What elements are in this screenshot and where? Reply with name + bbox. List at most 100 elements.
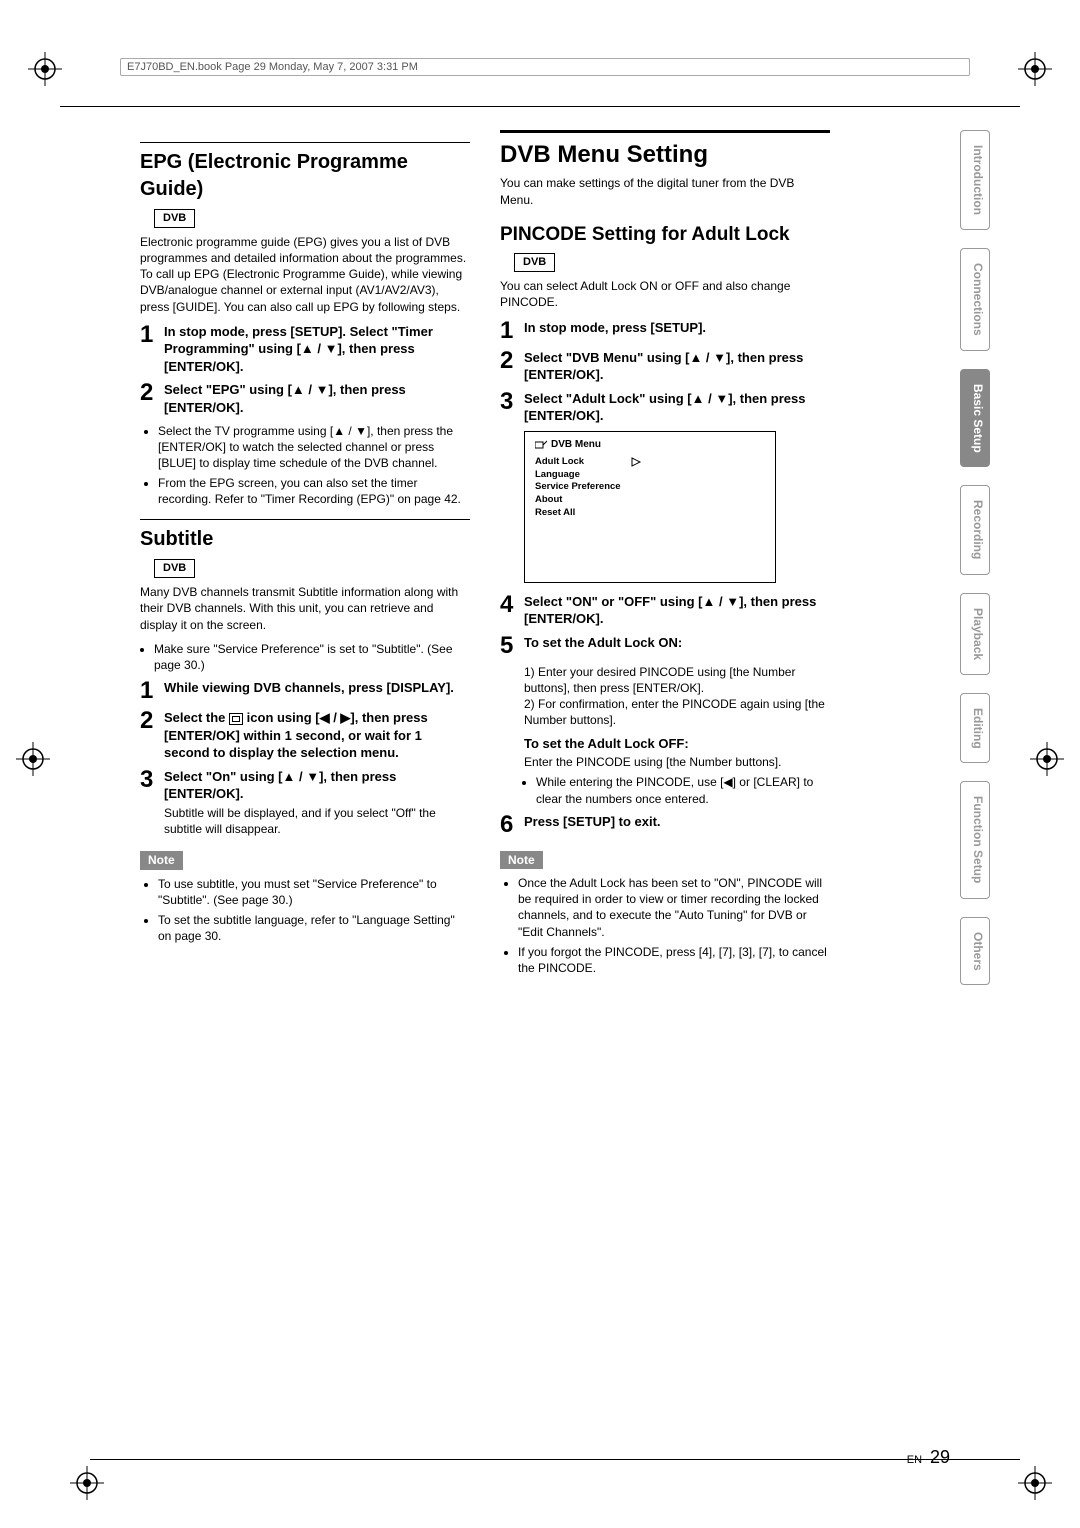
tab-function-setup[interactable]: Function Setup	[960, 781, 990, 898]
menu-item-reset-all: Reset All	[535, 507, 621, 520]
tab-connections[interactable]: Connections	[960, 248, 990, 351]
step-num: 5	[500, 634, 520, 658]
pin-step1-text: In stop mode, press [SETUP].	[524, 319, 830, 337]
pin-step6-text: Press [SETUP] to exit.	[524, 813, 830, 831]
off-bullet-1: While entering the PINCODE, use [◀] or […	[536, 774, 830, 806]
sub-step1-text: While viewing DVB channels, press [DISPL…	[164, 679, 470, 697]
pincode-intro: You can select Adult Lock ON or OFF and …	[500, 278, 830, 310]
note-badge: Note	[140, 851, 183, 869]
reg-mark-right	[1030, 742, 1064, 776]
epg-step1-text: In stop mode, press [SETUP]. Select "Tim…	[164, 323, 470, 376]
content: EPG (Electronic Programme Guide) DVB Ele…	[140, 130, 840, 982]
epg-bullet-2: From the EPG screen, you can also set th…	[158, 475, 470, 507]
pin-step-2: 2 Select "DVB Menu" using [▲ / ▼], then …	[500, 349, 830, 384]
menu-item-service-pref: Service Preference	[535, 481, 621, 494]
epg-step-1: 1 In stop mode, press [SETUP]. Select "T…	[140, 323, 470, 376]
dvb-menu-screenshot: DVB Menu Adult Lock Language Service Pre…	[524, 431, 776, 583]
note-badge: Note	[500, 851, 543, 869]
adult-lock-off-text: Enter the PINCODE using [the Number butt…	[524, 754, 830, 770]
epg-bullets: Select the TV programme using [▲ / ▼], t…	[158, 423, 470, 508]
satellite-icon	[535, 440, 547, 450]
reg-mark-bl	[70, 1466, 104, 1500]
tab-recording[interactable]: Recording	[960, 485, 990, 574]
pin-step-3: 3 Select "Adult Lock" using [▲ / ▼], the…	[500, 390, 830, 425]
step-num: 2	[500, 349, 520, 373]
crop-line-bottom	[90, 1459, 1020, 1460]
side-tabs: Introduction Connections Basic Setup Rec…	[960, 130, 990, 985]
pin-step5-2: 2) For confirmation, enter the PINCODE a…	[524, 696, 830, 728]
pin-step-1: 1 In stop mode, press [SETUP].	[500, 319, 830, 343]
pin-step4-text: Select "ON" or "OFF" using [▲ / ▼], then…	[524, 593, 830, 628]
menu-title-text: DVB Menu	[551, 438, 601, 452]
off-bullets: While entering the PINCODE, use [◀] or […	[536, 774, 830, 806]
pin-step-5: 5 To set the Adult Lock ON:	[500, 634, 830, 658]
step-num: 1	[140, 323, 160, 347]
step-num: 1	[140, 679, 160, 703]
sub-step3-text: Select "On" using [▲ / ▼], then press [E…	[164, 768, 470, 837]
menu-selection-arrow	[630, 456, 644, 473]
pincode-note-bullets: Once the Adult Lock has been set to "ON"…	[518, 875, 830, 976]
step-num: 6	[500, 813, 520, 837]
epg-step-2: 2 Select "EPG" using [▲ / ▼], then press…	[140, 381, 470, 416]
doc-header-text: E7J70BD_EN.book Page 29 Monday, May 7, 2…	[127, 61, 418, 73]
sub-step3-bold: Select "On" using [▲ / ▼], then press [E…	[164, 769, 396, 802]
pin-step3-text: Select "Adult Lock" using [▲ / ▼], then …	[524, 390, 830, 425]
right-column: DVB Menu Setting You can make settings o…	[500, 130, 830, 982]
tab-editing[interactable]: Editing	[960, 693, 990, 764]
step-num: 2	[140, 381, 160, 405]
doc-header: E7J70BD_EN.book Page 29 Monday, May 7, 2…	[120, 58, 970, 76]
step-num: 2	[140, 709, 160, 733]
page-lang: EN	[907, 1454, 922, 1466]
dvb-badge: DVB	[154, 209, 195, 228]
subtitle-bullet-0: Make sure "Service Preference" is set to…	[154, 641, 470, 673]
step-num: 1	[500, 319, 520, 343]
reg-mark-tl	[28, 52, 62, 86]
pin-step-6: 6 Press [SETUP] to exit.	[500, 813, 830, 837]
reg-mark-tr	[1018, 52, 1052, 86]
sub-step-2: 2 Select the icon using [◀ / ▶], then pr…	[140, 709, 470, 762]
tab-others[interactable]: Others	[960, 917, 990, 986]
pin-step-4: 4 Select "ON" or "OFF" using [▲ / ▼], th…	[500, 593, 830, 628]
epg-bullet-1: Select the TV programme using [▲ / ▼], t…	[158, 423, 470, 472]
subtitle-intro: Many DVB channels transmit Subtitle info…	[140, 584, 470, 633]
pin-note-1: Once the Adult Lock has been set to "ON"…	[518, 875, 830, 940]
menu-item-language: Language	[535, 469, 621, 482]
sub-step2a: Select the	[164, 710, 229, 725]
pin-step2-text: Select "DVB Menu" using [▲ / ▼], then pr…	[524, 349, 830, 384]
step-num: 4	[500, 593, 520, 617]
page-num-value: 29	[930, 1447, 950, 1467]
pin-note-2: If you forgot the PINCODE, press [4], [7…	[518, 944, 830, 976]
epg-step2-text: Select "EPG" using [▲ / ▼], then press […	[164, 381, 470, 416]
subtitle-menu-icon	[229, 713, 243, 725]
epg-intro: Electronic programme guide (EPG) gives y…	[140, 234, 470, 315]
pin-step5-1: 1) Enter your desired PINCODE using [the…	[524, 664, 830, 696]
sub-step3-plain: Subtitle will be displayed, and if you s…	[164, 805, 470, 837]
sub-note-2: To set the subtitle language, refer to "…	[158, 912, 470, 944]
dvb-menu-title: DVB Menu Setting	[500, 130, 830, 171]
dvb-badge: DVB	[154, 559, 195, 578]
subtitle-title: Subtitle	[140, 519, 470, 553]
sub-step-3: 3 Select "On" using [▲ / ▼], then press …	[140, 768, 470, 837]
pin-step5-text: To set the Adult Lock ON:	[524, 634, 830, 652]
sub-step2-text: Select the icon using [◀ / ▶], then pres…	[164, 709, 470, 762]
menu-title-row: DVB Menu	[535, 438, 601, 452]
reg-mark-left	[16, 742, 50, 776]
adult-lock-off-heading: To set the Adult Lock OFF:	[524, 735, 830, 753]
pincode-title: PINCODE Setting for Adult Lock	[500, 222, 830, 248]
crop-line-top	[60, 106, 1020, 107]
sub-step-1: 1 While viewing DVB channels, press [DIS…	[140, 679, 470, 703]
tab-basic-setup[interactable]: Basic Setup	[960, 369, 990, 468]
tab-playback[interactable]: Playback	[960, 593, 990, 675]
reg-mark-br	[1018, 1466, 1052, 1500]
menu-list: Adult Lock Language Service Preference A…	[535, 456, 621, 520]
sub-note-1: To use subtitle, you must set "Service P…	[158, 876, 470, 908]
step-num: 3	[500, 390, 520, 414]
menu-item-adult-lock: Adult Lock	[535, 456, 621, 469]
menu-item-about: About	[535, 494, 621, 507]
page-number: EN 29	[907, 1447, 950, 1468]
left-column: EPG (Electronic Programme Guide) DVB Ele…	[140, 130, 470, 982]
dvb-menu-intro: You can make settings of the digital tun…	[500, 175, 830, 207]
dvb-badge: DVB	[514, 253, 555, 272]
subtitle-note-bullets: To use subtitle, you must set "Service P…	[158, 876, 470, 945]
tab-introduction[interactable]: Introduction	[960, 130, 990, 230]
